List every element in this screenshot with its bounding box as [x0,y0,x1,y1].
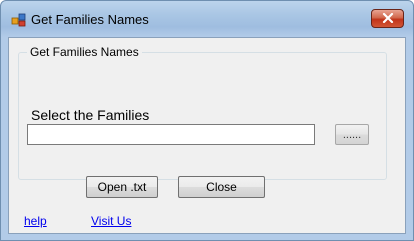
open-txt-button[interactable]: Open .txt [86,176,158,198]
close-button[interactable]: Close [178,176,265,198]
select-families-label: Select the Families [31,107,150,123]
window-close-button[interactable] [371,9,404,28]
visit-us-link[interactable]: Visit Us [91,214,131,228]
families-path-input[interactable] [27,124,315,145]
close-icon [382,10,394,28]
window-title: Get Families Names [31,12,149,27]
browse-button[interactable]: ...... [335,124,369,145]
groupbox-title: Get Families Names [27,45,142,59]
app-window: Get Families Names Get Families Names Se… [0,0,414,241]
client-area: Get Families Names Select the Families .… [8,37,406,234]
help-link[interactable]: help [24,214,47,228]
families-app-icon [11,12,27,28]
families-groupbox: Get Families Names Select the Families .… [18,45,387,198]
title-bar[interactable]: Get Families Names [8,1,406,37]
